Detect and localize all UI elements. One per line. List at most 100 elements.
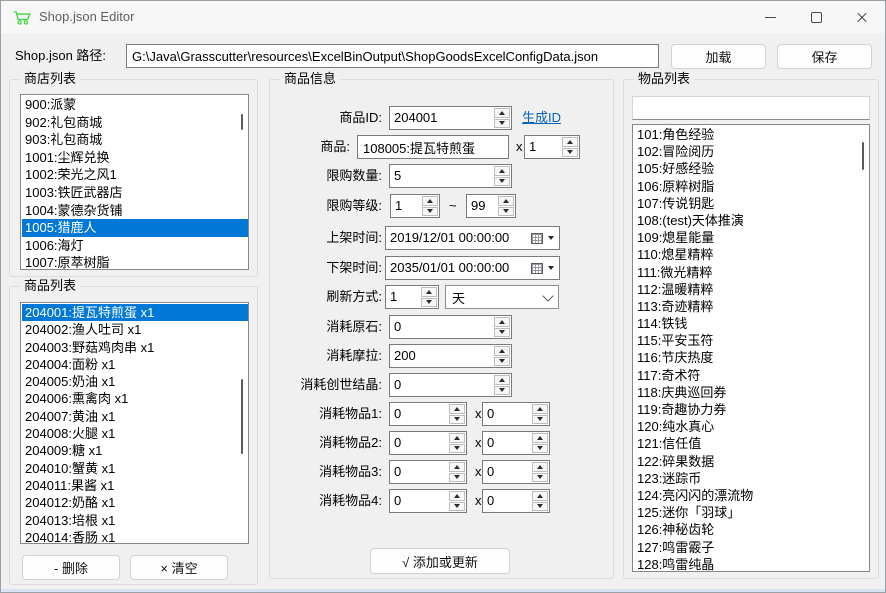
path-input[interactable]	[126, 44, 659, 68]
list-item[interactable]: 204007:黄油 x1	[22, 408, 248, 425]
shop-list-scrollbar[interactable]	[236, 96, 248, 268]
spin-down-button[interactable]	[494, 386, 510, 396]
list-item[interactable]: 1002:荣光之风1	[22, 166, 248, 184]
close-button[interactable]	[839, 1, 885, 33]
list-item[interactable]: 121:信任值	[634, 435, 869, 452]
spin-up-button[interactable]	[494, 317, 510, 327]
spin-down-button[interactable]	[498, 207, 514, 217]
spin-up-button[interactable]	[494, 375, 510, 385]
scrollbar-thumb[interactable]	[862, 142, 864, 170]
list-item[interactable]: 117:奇术符	[634, 367, 869, 384]
list-item[interactable]: 902:礼包商城	[22, 114, 248, 132]
spin-up-button[interactable]	[562, 137, 578, 147]
list-item[interactable]: 1001:尘辉兑换	[22, 149, 248, 167]
cost-primogem-spinner[interactable]: 0	[389, 315, 512, 339]
list-item[interactable]: 109:熄星能量	[634, 229, 869, 246]
date-dropdown[interactable]	[531, 257, 559, 279]
list-item[interactable]: 118:庆典巡回券	[634, 384, 869, 401]
list-item[interactable]: 900:派蒙	[22, 96, 248, 114]
item-search-input[interactable]	[632, 96, 870, 120]
list-item[interactable]: 204006:熏禽肉 x1	[22, 390, 248, 407]
add-or-update-button[interactable]: √ 添加或更新	[370, 548, 510, 574]
cost-item4-id-spinner[interactable]: 0	[389, 489, 467, 513]
list-item[interactable]: 122:碎果数据	[634, 453, 869, 470]
spin-down-button[interactable]	[449, 415, 465, 425]
list-item[interactable]: 1005:猎鹿人	[22, 219, 248, 237]
cost-item2-id-spinner[interactable]: 0	[389, 431, 467, 455]
list-item[interactable]: 204003:野菇鸡肉串 x1	[22, 339, 248, 356]
list-item[interactable]: 124:亮闪闪的漂流物	[634, 487, 869, 504]
spin-down-button[interactable]	[532, 473, 548, 483]
save-button[interactable]: 保存	[777, 44, 872, 69]
cost-item3-count-spinner[interactable]: 0	[482, 460, 550, 484]
goods-list-scrollbar[interactable]	[236, 304, 248, 542]
list-item[interactable]: 204010:蟹黄 x1	[22, 460, 248, 477]
begin-time-picker[interactable]: 2019/12/01 00:00:00	[385, 226, 560, 250]
scrollbar-thumb[interactable]	[241, 114, 243, 130]
list-item[interactable]: 111:微光精粹	[634, 264, 869, 281]
list-item[interactable]: 1007:原萃树脂	[22, 254, 248, 270]
spin-up-button[interactable]	[494, 346, 510, 356]
clear-button[interactable]: × 清空	[130, 555, 228, 580]
end-time-picker[interactable]: 2035/01/01 00:00:00	[385, 256, 560, 280]
list-item[interactable]: 102:冒险阅历	[634, 143, 869, 160]
list-item[interactable]: 204014:香肠 x1	[22, 529, 248, 544]
delete-button[interactable]: - 删除	[22, 555, 120, 580]
list-item[interactable]: 119:奇趣协力券	[634, 401, 869, 418]
spin-up-button[interactable]	[498, 196, 514, 206]
spin-down-button[interactable]	[532, 502, 548, 512]
goods-input[interactable]	[357, 135, 509, 159]
spin-up-button[interactable]	[449, 433, 465, 443]
limit-level-max-spinner[interactable]: 99	[466, 194, 516, 218]
date-dropdown[interactable]	[531, 227, 559, 249]
spin-up-button[interactable]	[532, 404, 548, 414]
cost-item3-id-spinner[interactable]: 0	[389, 460, 467, 484]
goods-id-spinner[interactable]: 204001	[389, 106, 512, 130]
spin-down-button[interactable]	[449, 444, 465, 454]
list-item[interactable]: 204012:奶酪 x1	[22, 494, 248, 511]
spin-down-button[interactable]	[421, 298, 437, 308]
list-item[interactable]: 204013:培根 x1	[22, 512, 248, 529]
spin-up-button[interactable]	[494, 166, 510, 176]
maximize-button[interactable]	[793, 1, 839, 33]
spin-up-button[interactable]	[449, 404, 465, 414]
spin-up-button[interactable]	[532, 491, 548, 501]
list-item[interactable]: 108:(test)天体推演	[634, 212, 869, 229]
spin-down-button[interactable]	[494, 119, 510, 129]
spin-up-button[interactable]	[449, 491, 465, 501]
list-item[interactable]: 204009:糖 x1	[22, 442, 248, 459]
limit-level-min-spinner[interactable]: 1	[390, 194, 440, 218]
list-item[interactable]: 204008:火腿 x1	[22, 425, 248, 442]
spin-up-button[interactable]	[422, 196, 438, 206]
list-item[interactable]: 1003:铁匠武器店	[22, 184, 248, 202]
list-item[interactable]: 125:迷你「羽球」	[634, 504, 869, 521]
list-item[interactable]: 204005:奶油 x1	[22, 373, 248, 390]
list-item[interactable]: 105:好感经验	[634, 160, 869, 177]
spin-up-button[interactable]	[449, 462, 465, 472]
spin-down-button[interactable]	[494, 357, 510, 367]
list-item[interactable]: 115:平安玉符	[634, 332, 869, 349]
list-item[interactable]: 204004:面粉 x1	[22, 356, 248, 373]
list-item[interactable]: 106:原粹树脂	[634, 178, 869, 195]
list-item[interactable]: 128:鸣雷纯晶	[634, 556, 869, 572]
list-item[interactable]: 204011:果酱 x1	[22, 477, 248, 494]
cost-item1-count-spinner[interactable]: 0	[482, 402, 550, 426]
spin-down-button[interactable]	[494, 328, 510, 338]
scrollbar-thumb[interactable]	[241, 379, 243, 454]
list-item[interactable]: 101:角色经验	[634, 126, 869, 143]
goods-count-spinner[interactable]: 1	[524, 135, 580, 159]
list-item[interactable]: 113:奇迹精粹	[634, 298, 869, 315]
spin-down-button[interactable]	[422, 207, 438, 217]
spin-down-button[interactable]	[562, 148, 578, 158]
cost-item4-count-spinner[interactable]: 0	[482, 489, 550, 513]
generate-id-link[interactable]: 生成ID	[522, 106, 561, 130]
refresh-unit-combo[interactable]: 天	[445, 285, 559, 309]
list-item[interactable]: 1004:蒙德杂货铺	[22, 202, 248, 220]
list-item[interactable]: 116:节庆热度	[634, 349, 869, 366]
spin-down-button[interactable]	[449, 473, 465, 483]
item-listbox[interactable]: 101:角色经验102:冒险阅历105:好感经验106:原粹树脂107:传说钥匙…	[632, 124, 870, 572]
list-item[interactable]: 120:纯水真心	[634, 418, 869, 435]
cost-mora-spinner[interactable]: 200	[389, 344, 512, 368]
list-item[interactable]: 126:神秘齿轮	[634, 521, 869, 538]
list-item[interactable]: 1006:海灯	[22, 237, 248, 255]
